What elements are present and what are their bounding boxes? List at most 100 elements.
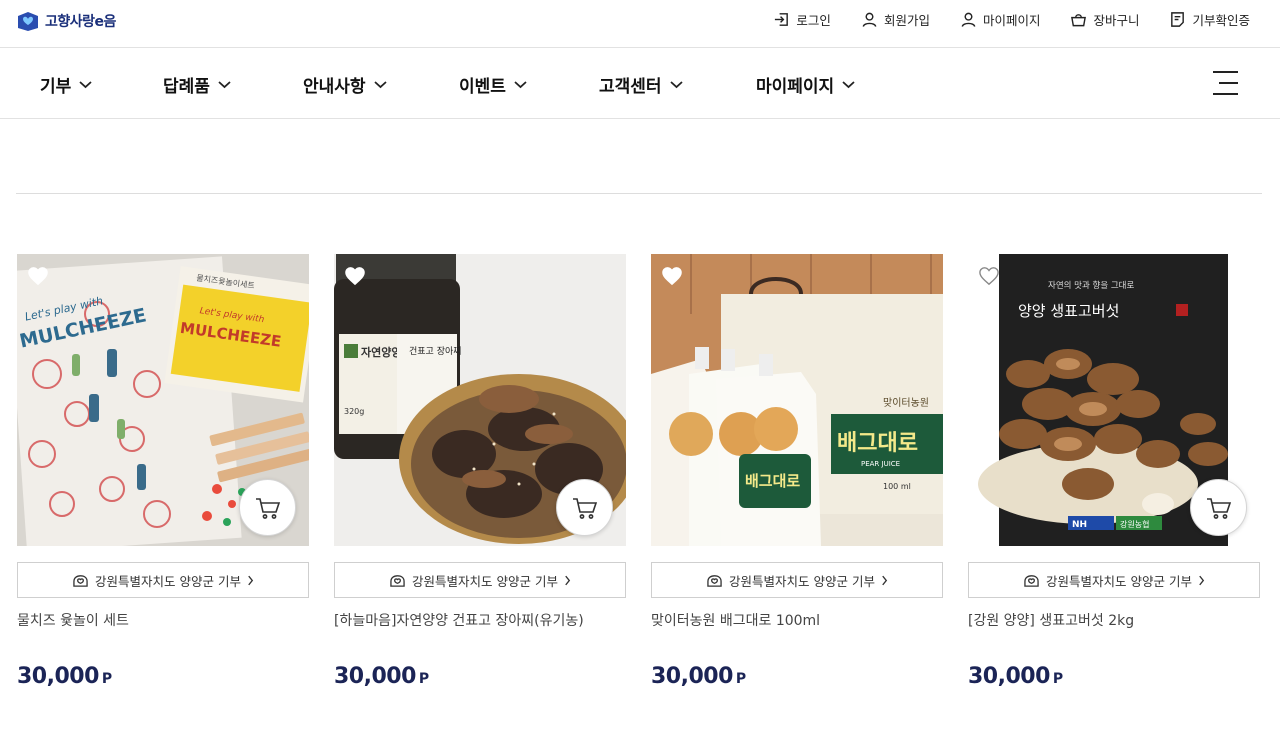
nav-gifts-label: 답례품 xyxy=(163,77,210,97)
svg-text:320g: 320g xyxy=(344,407,364,416)
nav-gifts[interactable]: 답례품 xyxy=(163,72,231,97)
product-price: 30,000 P xyxy=(17,664,112,689)
utility-nav: 로그인 회원가입 마이페이지 장바구니 기부확인증 xyxy=(773,10,1250,29)
product-title[interactable]: [하늘마음]자연양양 건표고 장아찌(유기농) xyxy=(334,610,634,630)
chevron-right-icon xyxy=(565,575,571,585)
svg-text:양양 생표고버섯: 양양 생표고버섯 xyxy=(1018,302,1119,320)
chevron-down-icon xyxy=(79,81,92,89)
chevron-down-icon xyxy=(373,81,387,89)
section-divider xyxy=(16,193,1262,194)
region-label: 강원특별자치도 양양군 기부 xyxy=(1046,573,1192,589)
svg-text:맞이터농원: 맞이터농원 xyxy=(883,397,929,409)
nav-support[interactable]: 고객센터 xyxy=(599,72,683,97)
price-unit: P xyxy=(101,671,113,687)
cart-icon xyxy=(572,497,597,519)
cart-label: 장바구니 xyxy=(1093,13,1140,28)
product-price: 30,000 P xyxy=(334,664,429,689)
user-icon xyxy=(961,12,976,27)
chevron-down-icon xyxy=(669,81,683,89)
svg-text:자연의 맛과 향을 그대로: 자연의 맛과 향을 그대로 xyxy=(1048,280,1134,291)
price-unit: P xyxy=(735,671,747,687)
donation-hand-icon xyxy=(73,574,88,587)
product-card[interactable]: 맞이터농원 배그대로 PEAR JUICE 100 ml 배그대로 강원특별자치… xyxy=(651,254,943,689)
mypage-label: 마이페이지 xyxy=(982,13,1041,28)
receipt-icon xyxy=(1171,12,1185,27)
svg-text:배그대로: 배그대로 xyxy=(837,431,918,456)
price-unit: P xyxy=(1052,671,1064,687)
logo-text: 고향사랑e음 xyxy=(45,14,116,30)
svg-text:배그대로: 배그대로 xyxy=(745,472,800,490)
login-icon xyxy=(775,13,789,26)
region-label: 강원특별자치도 양양군 기부 xyxy=(412,573,558,589)
nav-guide-label: 안내사항 xyxy=(303,77,366,97)
cart-link[interactable]: 장바구니 xyxy=(1070,10,1139,29)
nav-donation-label: 기부 xyxy=(40,77,72,97)
nav-mypage-label: 마이페이지 xyxy=(756,77,835,97)
login-label: 로그인 xyxy=(796,13,831,28)
price-unit: P xyxy=(418,671,430,687)
product-photo-pear-juice: 맞이터농원 배그대로 PEAR JUICE 100 ml 배그대로 xyxy=(651,254,943,546)
cart-icon xyxy=(255,497,280,519)
region-donation-link[interactable]: 강원특별자치도 양양군 기부 xyxy=(651,562,943,598)
product-image[interactable]: 맞이터농원 배그대로 PEAR JUICE 100 ml 배그대로 xyxy=(651,254,943,546)
product-title[interactable]: [강원 양양] 생표고버섯 2kg xyxy=(968,610,1268,630)
add-to-cart-button[interactable] xyxy=(1190,479,1247,536)
site-logo[interactable]: 고향사랑e음 xyxy=(16,8,116,34)
wishlist-heart-icon[interactable] xyxy=(27,266,49,286)
chevron-down-icon xyxy=(218,81,231,89)
nav-guide[interactable]: 안내사항 xyxy=(303,72,387,97)
heart-logo-icon xyxy=(18,12,38,31)
svg-text:건표고 장아찌: 건표고 장아찌 xyxy=(409,346,462,357)
nav-events[interactable]: 이벤트 xyxy=(459,72,527,97)
hamburger-menu-icon[interactable] xyxy=(1213,70,1238,96)
cart-icon xyxy=(1206,497,1231,519)
user-icon xyxy=(862,12,877,27)
region-donation-link[interactable]: 강원특별자치도 양양군 기부 xyxy=(17,562,309,598)
chevron-down-icon xyxy=(842,81,855,89)
svg-text:NH: NH xyxy=(1072,520,1087,530)
product-card[interactable]: 자연의 맛과 향을 그대로 양양 생표고버섯 NH 강원농협 강원특별자치도 양… xyxy=(968,254,1260,689)
donation-receipt-link[interactable]: 기부확인증 xyxy=(1169,10,1250,29)
basket-icon xyxy=(1071,14,1087,27)
donation-hand-icon xyxy=(390,574,405,587)
add-to-cart-button[interactable] xyxy=(556,479,613,536)
price-value: 30,000 xyxy=(968,664,1050,689)
price-value: 30,000 xyxy=(17,664,99,689)
region-label: 강원특별자치도 양양군 기부 xyxy=(729,573,875,589)
svg-text:자연양양: 자연양양 xyxy=(361,345,401,359)
signup-label: 회원가입 xyxy=(883,13,930,28)
chevron-right-icon xyxy=(248,575,254,585)
chevron-right-icon xyxy=(882,575,888,585)
donation-receipt-label: 기부확인증 xyxy=(1192,13,1250,28)
product-title[interactable]: 맞이터농원 배그대로 100ml xyxy=(651,610,951,630)
region-label: 강원특별자치도 양양군 기부 xyxy=(95,573,241,589)
chevron-down-icon xyxy=(514,81,527,89)
nav-donation[interactable]: 기부 xyxy=(40,72,92,97)
nav-mypage[interactable]: 마이페이지 xyxy=(756,72,855,97)
product-price: 30,000 P xyxy=(651,664,746,689)
product-image[interactable]: 자연양양 320g 건표고 장아찌 xyxy=(334,254,626,546)
wishlist-heart-icon[interactable] xyxy=(344,266,366,286)
product-card[interactable]: 자연양양 320g 건표고 장아찌 강원특별자치도 양양군 기부 [하늘마음]자… xyxy=(334,254,626,689)
region-donation-link[interactable]: 강원특별자치도 양양군 기부 xyxy=(968,562,1260,598)
main-nav: 기부 답례품 안내사항 이벤트 고객센터 마이페이지 xyxy=(0,47,1280,119)
svg-text:100 ml: 100 ml xyxy=(883,482,911,491)
price-value: 30,000 xyxy=(334,664,416,689)
product-title[interactable]: 물치즈 윷놀이 세트 xyxy=(17,610,317,630)
mypage-link[interactable]: 마이페이지 xyxy=(960,10,1041,29)
wishlist-heart-icon[interactable] xyxy=(978,266,1000,286)
product-card[interactable]: Let's play with MULCHEEZE 물치즈윷놀이세트 Let's… xyxy=(17,254,309,689)
product-image[interactable]: Let's play with MULCHEEZE 물치즈윷놀이세트 Let's… xyxy=(17,254,309,546)
login-link[interactable]: 로그인 xyxy=(773,10,831,29)
svg-text:강원농협: 강원농협 xyxy=(1120,519,1149,529)
nav-support-label: 고객센터 xyxy=(599,77,662,97)
svg-text:PEAR JUICE: PEAR JUICE xyxy=(861,460,900,468)
signup-link[interactable]: 회원가입 xyxy=(861,10,930,29)
add-to-cart-button[interactable] xyxy=(239,479,296,536)
product-price: 30,000 P xyxy=(968,664,1063,689)
wishlist-heart-icon[interactable] xyxy=(661,266,683,286)
chevron-right-icon xyxy=(1199,575,1205,585)
product-image[interactable]: 자연의 맛과 향을 그대로 양양 생표고버섯 NH 강원농협 xyxy=(968,254,1260,546)
region-donation-link[interactable]: 강원특별자치도 양양군 기부 xyxy=(334,562,626,598)
donation-hand-icon xyxy=(707,574,722,587)
